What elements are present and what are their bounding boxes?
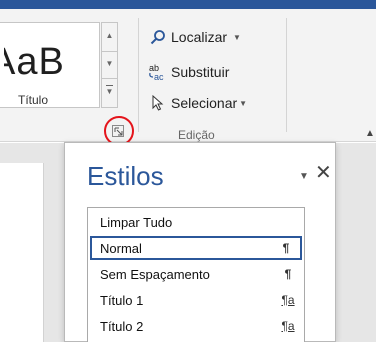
find-label: Localizar bbox=[171, 29, 228, 45]
gallery-scroll-up-icon[interactable]: ▲ bbox=[102, 31, 117, 41]
style-item-label: Sem Espaçamento bbox=[100, 266, 210, 282]
editing-group-name: Edição bbox=[178, 128, 215, 142]
gallery-more-icon[interactable]: ▼ bbox=[102, 85, 117, 97]
svg-text:ac: ac bbox=[154, 72, 164, 81]
collapse-ribbon-icon[interactable]: ▲ bbox=[365, 128, 375, 139]
find-button[interactable]: Localizar ▼ bbox=[148, 25, 241, 49]
paragraph-mark-icon: ¶ bbox=[284, 267, 292, 281]
style-item-label: Normal bbox=[100, 240, 142, 256]
group-separator bbox=[286, 18, 287, 132]
style-item-label: Título 2 bbox=[100, 318, 144, 334]
paragraph-mark-icon: ¶ bbox=[282, 241, 290, 255]
style-item-normal[interactable]: Normal ¶ bbox=[90, 236, 302, 260]
style-item-titulo-1[interactable]: Título 1 ¶a bbox=[90, 288, 302, 312]
select-button[interactable]: Selecionar ▼ bbox=[148, 91, 247, 115]
style-item-titulo-2[interactable]: Título 2 ¶a bbox=[90, 314, 302, 338]
gallery-scrollbar[interactable]: ▲ ▼ ▼ bbox=[101, 22, 118, 108]
select-label: Selecionar bbox=[171, 95, 238, 111]
search-icon bbox=[148, 28, 168, 46]
style-item-label: Título 1 bbox=[100, 292, 144, 308]
styles-pane-title: Estilos bbox=[87, 161, 164, 191]
replace-label: Substituir bbox=[171, 64, 230, 80]
group-separator bbox=[138, 18, 139, 132]
gallery-scroll-down-icon[interactable]: ▼ bbox=[102, 59, 117, 69]
document-page bbox=[0, 163, 44, 342]
styles-list: Limpar Tudo Normal ¶ Sem Espaçamento ¶ T… bbox=[87, 207, 305, 342]
style-preview-sample: AaB bbox=[0, 41, 65, 83]
replace-button[interactable]: ab ac Substituir bbox=[148, 60, 229, 84]
style-item-sem-espacamento[interactable]: Sem Espaçamento ¶ bbox=[90, 262, 302, 286]
styles-pane: Estilos ▼ ✕ Limpar Tudo Normal ¶ Sem Esp… bbox=[64, 142, 336, 342]
cursor-arrow-icon bbox=[148, 94, 168, 112]
style-preview-label: Título bbox=[18, 93, 49, 107]
styles-gallery[interactable]: AaB Título bbox=[0, 22, 100, 108]
close-icon[interactable]: ✕ bbox=[315, 163, 332, 183]
style-item-label: Limpar Tudo bbox=[100, 214, 173, 230]
style-item-limpar-tudo[interactable]: Limpar Tudo bbox=[90, 210, 302, 234]
pane-options-icon[interactable]: ▼ bbox=[299, 171, 309, 182]
linked-style-icon: ¶a bbox=[281, 293, 295, 307]
linked-style-icon: ¶a bbox=[281, 319, 295, 333]
title-bar-strip bbox=[0, 0, 376, 9]
chevron-down-icon: ▼ bbox=[239, 98, 248, 108]
replace-icon: ab ac bbox=[148, 63, 168, 81]
chevron-down-icon: ▼ bbox=[233, 32, 241, 42]
